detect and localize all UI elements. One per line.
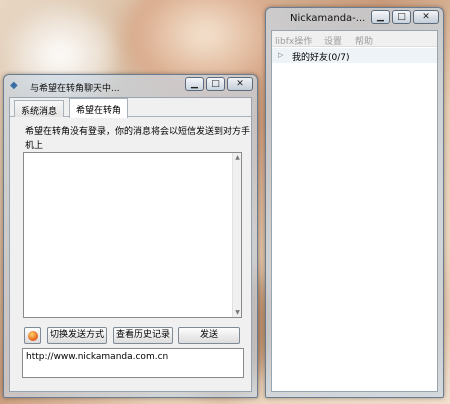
- buddy-group-label: 我的好友(0/7): [292, 53, 350, 63]
- offline-notice: 希望在转角没有登录，你的消息将会以短信发送到对方手机上: [25, 127, 251, 151]
- message-history-area[interactable]: ▲ ▼: [23, 152, 242, 318]
- menu-help[interactable]: 帮助: [355, 34, 373, 47]
- message-scrollbar[interactable]: ▲ ▼: [232, 153, 241, 317]
- minimize-button[interactable]: ▁: [185, 77, 204, 91]
- buddy-list-controls: ▁ □ ✕: [371, 10, 439, 24]
- chat-tabs: 系统消息 希望在转角: [10, 98, 251, 118]
- menubar: libfx操作 设置 帮助: [272, 31, 437, 47]
- menu-libfx[interactable]: libfx操作: [275, 34, 312, 47]
- scroll-up-icon[interactable]: ▲: [233, 153, 242, 162]
- chat-window-title: 与希望在转角聊天中...: [30, 84, 120, 94]
- buddy-group-row[interactable]: ▷ 我的好友(0/7): [272, 48, 437, 63]
- scroll-down-icon[interactable]: ▼: [233, 308, 242, 317]
- buddy-list-title[interactable]: Nickamanda-...: [290, 13, 365, 24]
- tab-contact[interactable]: 希望在转角: [69, 98, 129, 118]
- send-button[interactable]: 发送: [178, 327, 240, 344]
- close-button[interactable]: ✕: [413, 10, 439, 24]
- tab-system-messages[interactable]: 系统消息: [14, 100, 65, 117]
- switch-send-mode-button[interactable]: 切换发送方式: [47, 327, 107, 344]
- emoji-icon: [28, 331, 38, 341]
- chat-toolbar: 切换发送方式 查看历史记录 发送: [20, 327, 244, 344]
- buddy-list-window: Nickamanda-... ▁ □ ✕ libfx操作 设置 帮助 ▷ 我的好…: [265, 7, 444, 398]
- message-input[interactable]: http://www.nickamanda.com.cn: [22, 348, 244, 378]
- maximize-button[interactable]: □: [392, 10, 411, 24]
- emoji-button[interactable]: [24, 327, 41, 344]
- expand-arrow-icon[interactable]: ▷: [278, 51, 283, 59]
- view-history-button[interactable]: 查看历史记录: [113, 327, 173, 344]
- chat-titlebar[interactable]: ◆ 与希望在转角聊天中... ▁ □ ✕: [4, 75, 257, 97]
- chat-window-controls: ▁ □ ✕: [185, 77, 253, 91]
- close-button[interactable]: ✕: [227, 77, 253, 91]
- menu-settings[interactable]: 设置: [324, 34, 342, 47]
- buddy-list-body: libfx操作 设置 帮助 ▷ 我的好友(0/7): [271, 30, 438, 392]
- minimize-button[interactable]: ▁: [371, 10, 390, 24]
- maximize-button[interactable]: □: [206, 77, 225, 91]
- chat-app-icon: ◆: [10, 80, 18, 91]
